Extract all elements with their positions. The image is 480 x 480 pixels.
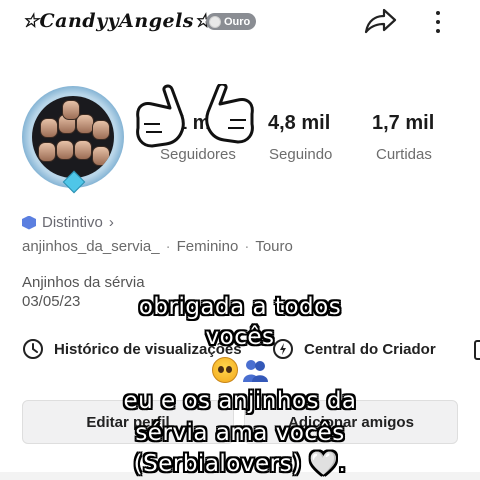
share-icon[interactable]: [360, 6, 398, 36]
chevron-right-icon: ›: [108, 214, 114, 231]
meta-separator: ·: [244, 238, 250, 255]
caption-last-line: (Serbialovers) 🤍.: [0, 450, 480, 477]
avatar-face: [74, 140, 92, 160]
avatar-face: [62, 100, 80, 120]
more-options-icon[interactable]: [431, 9, 445, 37]
pointing-hands-sticker-icon: [136, 84, 254, 148]
meta-separator: ·: [165, 238, 171, 255]
pleading-face-icon: [212, 356, 238, 383]
distintivo-hexagon-icon: [22, 215, 36, 230]
following-count[interactable]: 4,8 mil: [268, 112, 330, 135]
gold-badge[interactable]: Ouro: [206, 13, 257, 30]
distintivo-label: Distintivo: [42, 214, 103, 231]
avatar-face: [92, 146, 110, 166]
following-label: Seguindo: [269, 146, 333, 163]
caption-line: (Serbialovers): [133, 451, 302, 477]
distintivo-link[interactable]: Distintivo ›: [22, 214, 114, 231]
badge-coin-icon: [209, 15, 221, 28]
caption-emojis: [0, 356, 480, 383]
likes-label: Curtidas: [376, 146, 432, 163]
avatar-face: [38, 142, 56, 162]
avatar-face: [92, 120, 110, 140]
avatar-face: [40, 118, 58, 138]
profile-sign: Touro: [255, 238, 293, 255]
profile-gender: Feminino: [176, 238, 239, 255]
avatar[interactable]: [32, 96, 114, 178]
caption-line: obrigada a todos: [138, 294, 342, 320]
people-hugging-icon: [243, 359, 268, 382]
caption-line: sérvia ama vocês: [135, 420, 345, 446]
badge-label: Ouro: [224, 15, 251, 28]
profile-handle: anjinhos_da_servia_: [22, 238, 160, 255]
avatar-face: [56, 140, 74, 160]
profile-username: ☆CandyyAngels☆: [22, 10, 212, 32]
likes-count: 1,7 mil: [372, 112, 435, 134]
caption-line: vocês: [205, 324, 275, 350]
bio-line: Anjinhos da sérvia: [22, 274, 145, 291]
white-heart-icon: 🤍: [309, 451, 339, 477]
caption-line: eu e os anjinhos da: [123, 388, 357, 414]
profile-meta: anjinhos_da_servia_ · Feminino · Touro: [22, 238, 293, 255]
caption-period: .: [338, 451, 347, 477]
